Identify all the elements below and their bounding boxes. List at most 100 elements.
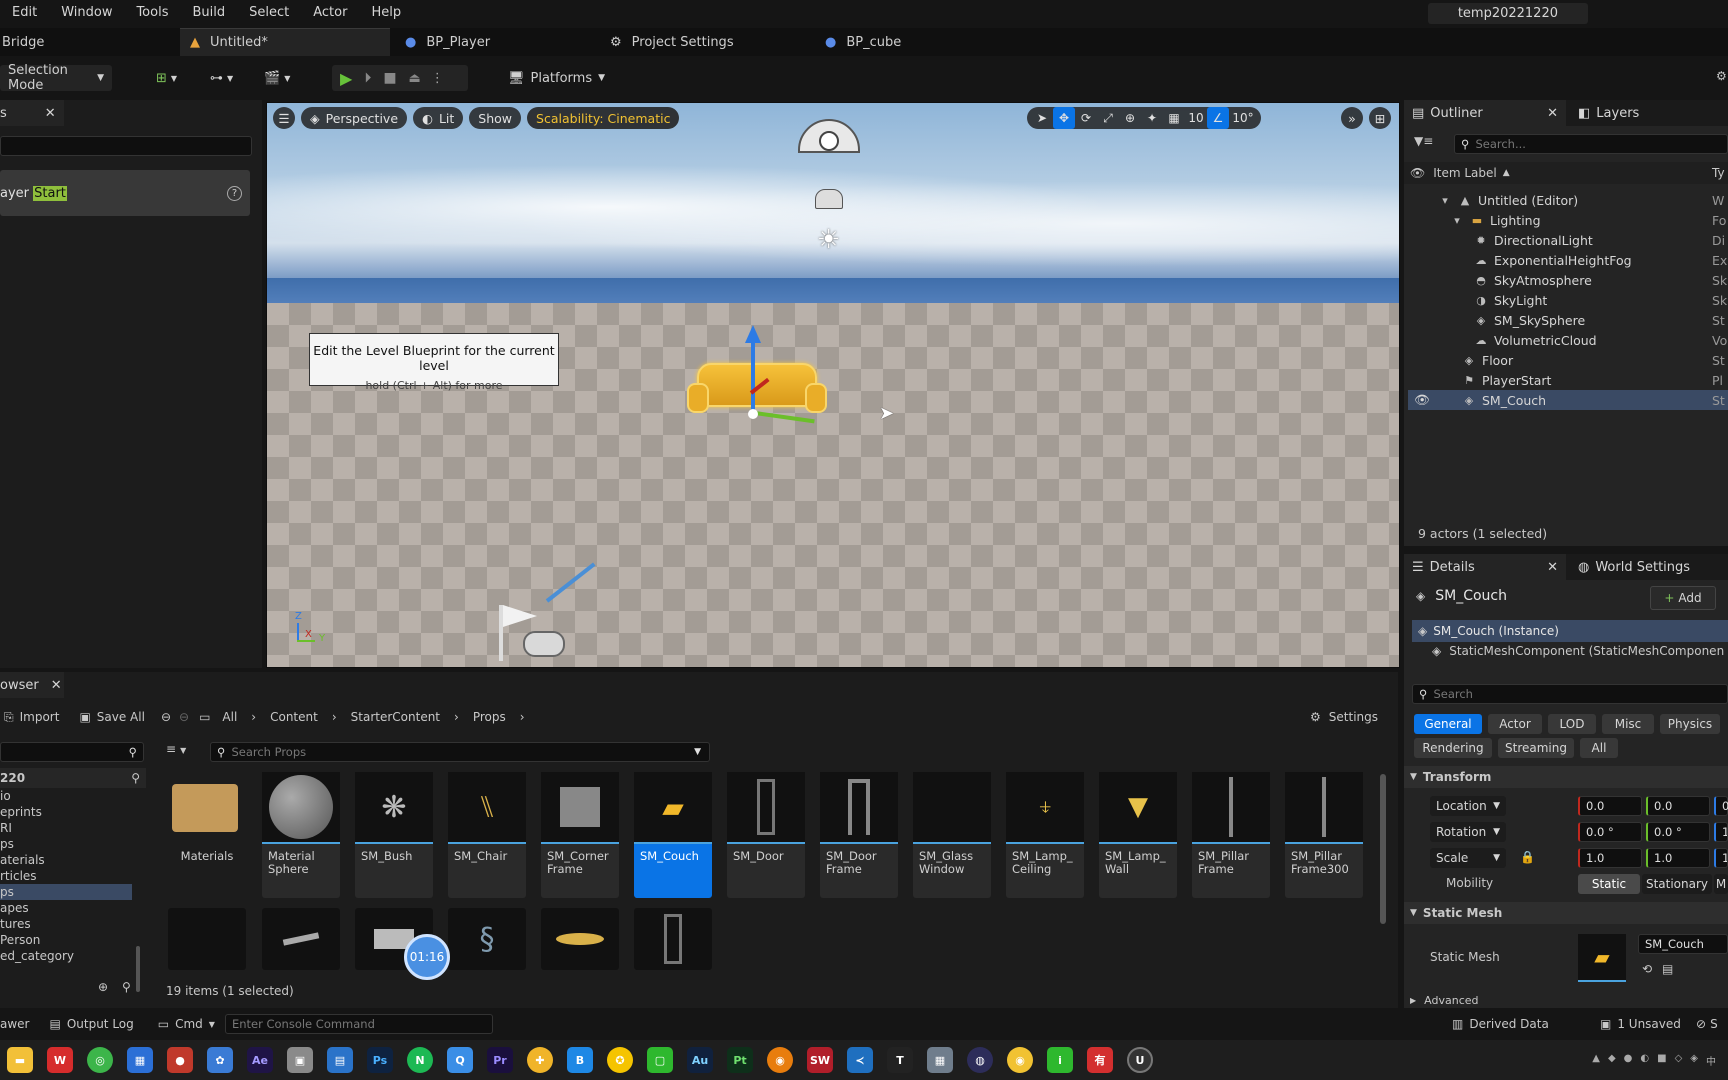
layout-icon[interactable]: ⊞	[1369, 107, 1391, 129]
location-y[interactable]: 0.0	[1646, 796, 1710, 816]
location-x[interactable]: 0.0	[1578, 796, 1642, 816]
asset-sm-corner-frame[interactable]: SM_Corner Frame	[541, 772, 619, 898]
show-button[interactable]: Show	[469, 107, 522, 129]
gizmo-z-arrow[interactable]	[745, 325, 761, 343]
console-input[interactable]: Enter Console Command	[224, 1014, 493, 1034]
atmosphere-icon[interactable]	[815, 189, 843, 209]
blender-icon[interactable]: ◉	[767, 1047, 793, 1073]
tree-item[interactable]: tures	[0, 916, 132, 932]
mobility-movable[interactable]: M	[1714, 874, 1728, 894]
world-space-icon[interactable]: ⊕	[1119, 107, 1141, 129]
breadcrumb-all[interactable]: All	[222, 710, 237, 724]
tree-item[interactable]: ps	[0, 836, 132, 852]
asset-tile[interactable]	[634, 908, 712, 970]
selection-mode-dropdown[interactable]: Selection Mode ▼	[0, 63, 112, 93]
app-icon[interactable]: B	[567, 1047, 593, 1073]
tree-item[interactable]: rticles	[0, 868, 132, 884]
asset-scrollbar[interactable]	[1380, 774, 1386, 924]
asset-sm-door-frame[interactable]: SM_Door Frame	[820, 772, 898, 898]
layers-tab[interactable]: ◧ Layers	[1566, 106, 1639, 121]
tree-scrollbar[interactable]	[136, 946, 140, 992]
app-icon[interactable]: Q	[447, 1047, 473, 1073]
after-effects-icon[interactable]: Ae	[247, 1047, 273, 1073]
outliner-tab[interactable]: ▤ Outliner ✕	[1404, 100, 1566, 126]
asset-sm-chair[interactable]: ⑊ SM_Chair	[448, 772, 526, 898]
details-tab[interactable]: ☰ Details ✕	[1404, 554, 1566, 580]
menu-actor[interactable]: Actor	[301, 5, 359, 20]
app-icon[interactable]: ✿	[207, 1047, 233, 1073]
chrome-icon[interactable]: ◉	[1007, 1047, 1033, 1073]
filter-icon[interactable]: ▼≡	[1414, 134, 1433, 148]
surface-snap-icon[interactable]: ✦	[1141, 107, 1163, 129]
tray-icon[interactable]: ◇	[1675, 1053, 1683, 1068]
rotation-y[interactable]: 0.0 °	[1646, 822, 1710, 842]
stop-icon[interactable]: ■	[383, 70, 396, 86]
audition-icon[interactable]: Au	[687, 1047, 713, 1073]
menu-build[interactable]: Build	[180, 5, 237, 20]
grid-value[interactable]: 10	[1185, 107, 1207, 129]
close-icon[interactable]: ✕	[1547, 560, 1558, 575]
tree-item[interactable]: aterials	[0, 852, 132, 868]
close-icon[interactable]: ✕	[45, 106, 56, 121]
filter-physics[interactable]: Physics	[1660, 714, 1720, 734]
play-icon[interactable]: ▶	[340, 69, 352, 88]
premiere-icon[interactable]: Pr	[487, 1047, 513, 1073]
tray-icon[interactable]: ●	[1624, 1053, 1633, 1068]
scale-z[interactable]: 1.	[1714, 848, 1728, 868]
vscode-icon[interactable]: ≺	[847, 1047, 873, 1073]
app-icon[interactable]: ▣	[287, 1047, 313, 1073]
asset-sm-lamp-ceiling[interactable]: ⍖ SM_Lamp_ Ceiling	[1006, 772, 1084, 898]
tray-icon[interactable]: ▲	[1592, 1053, 1600, 1068]
mobility-static[interactable]: Static	[1578, 874, 1640, 894]
gizmo-center[interactable]	[748, 409, 758, 419]
advanced-row[interactable]: ▶ Advanced	[1410, 994, 1479, 1007]
rotate-icon[interactable]: ⟳	[1075, 107, 1097, 129]
asset-tile[interactable]	[168, 908, 246, 970]
outliner-row-world[interactable]: ▾ ▲ Untitled (Editor) W	[1408, 190, 1728, 210]
use-selected-icon[interactable]: ⟲	[1642, 962, 1652, 976]
outliner-row-fog[interactable]: ☁ ExponentialHeightFog Ex	[1408, 250, 1728, 270]
app-icon[interactable]: ▤	[327, 1047, 353, 1073]
outliner-search[interactable]: ⚲ Search...	[1454, 134, 1728, 154]
tree-item[interactable]: ed_category	[0, 948, 132, 964]
scale-x[interactable]: 1.0	[1578, 848, 1642, 868]
cinematics-button[interactable]: 🎬 ▼	[256, 65, 298, 91]
filter-actor[interactable]: Actor	[1488, 714, 1542, 734]
search-icon[interactable]: ⚲	[122, 980, 131, 994]
unreal-engine-icon[interactable]: U	[1127, 1047, 1153, 1073]
forward-icon[interactable]: ⊖	[179, 710, 189, 724]
translate-icon[interactable]: ✥	[1053, 107, 1075, 129]
gizmo-z-axis[interactable]	[751, 339, 755, 413]
static-mesh-thumbnail[interactable]: ▰	[1578, 934, 1626, 982]
wps-icon[interactable]: W	[47, 1047, 73, 1073]
asset-material-sphere[interactable]: Material Sphere	[262, 772, 340, 898]
app-icon[interactable]: ●	[167, 1047, 193, 1073]
rotation-x[interactable]: 0.0 °	[1578, 822, 1642, 842]
filter-streaming[interactable]: Streaming	[1498, 738, 1574, 758]
tree-item[interactable]: io	[0, 788, 132, 804]
import-button[interactable]: ⎘ Import	[4, 710, 59, 725]
outliner-row-lighting[interactable]: ▾ ▬ Lighting Fo	[1408, 210, 1728, 230]
lock-icon[interactable]: 🔒	[1520, 850, 1535, 864]
filter-all[interactable]: All	[1580, 738, 1618, 758]
location-dropdown[interactable]: Location ▼	[1430, 796, 1506, 816]
details-search[interactable]: ⚲ Search	[1412, 684, 1728, 704]
photoshop-icon[interactable]: Ps	[367, 1047, 393, 1073]
content-drawer-button[interactable]: awer	[0, 1017, 29, 1031]
close-icon[interactable]: ✕	[51, 678, 62, 693]
menu-edit[interactable]: Edit	[0, 5, 49, 20]
output-log-button[interactable]: ▤ Output Log	[49, 1017, 133, 1031]
app-icon[interactable]: T	[887, 1047, 913, 1073]
asset-materials-folder[interactable]: Materials	[168, 772, 246, 898]
add-folder-icon[interactable]: ⊕	[98, 980, 108, 994]
rotation-dropdown[interactable]: Rotation ▼	[1430, 822, 1506, 842]
tab-bp-player[interactable]: ● BP_Player	[395, 28, 595, 56]
tree-item[interactable]: eprints	[0, 804, 132, 820]
static-mesh-picker[interactable]: SM_Couch	[1638, 934, 1728, 954]
derived-data-button[interactable]: ▥ Derived Data	[1452, 1017, 1549, 1031]
calculator-icon[interactable]: ▦	[927, 1047, 953, 1073]
settings-icon[interactable]: ⚙	[1716, 69, 1727, 83]
menu-window[interactable]: Window	[49, 5, 124, 20]
tray-icon[interactable]: ◐	[1640, 1053, 1649, 1068]
cmd-dropdown[interactable]: ▭ Cmd ▼	[158, 1017, 215, 1031]
